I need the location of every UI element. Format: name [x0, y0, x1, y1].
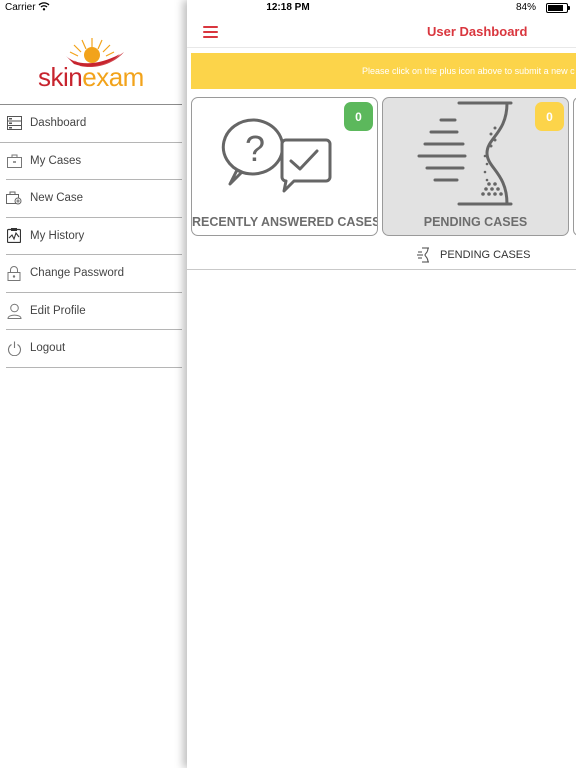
menu-item-label: My History: [30, 229, 85, 242]
answered-count-badge: 0: [344, 102, 373, 131]
lock-icon: [6, 265, 22, 281]
menu-item-logout[interactable]: Logout: [6, 330, 182, 368]
menu-item-my-cases[interactable]: My Cases: [6, 143, 182, 180]
battery-percentage: 84%: [515, 2, 536, 13]
app-logo: skinexam: [38, 62, 144, 93]
hourglass-icon: [417, 247, 429, 263]
svg-text:?: ?: [245, 128, 265, 169]
menu-item-my-history[interactable]: My History: [6, 218, 182, 255]
side-menu-list: Dashboard My Cases New Case My History C…: [0, 104, 182, 368]
section-title: PENDING CASES: [440, 249, 531, 261]
menu-item-label: Edit Profile: [30, 304, 86, 317]
banner-text: Please click on the plus icon above to s…: [362, 66, 575, 76]
menu-item-new-case[interactable]: New Case: [6, 180, 182, 218]
power-icon: [6, 340, 22, 356]
card-title: RECENTLY ANSWERED CASES: [192, 215, 378, 229]
menu-item-label: Change Password: [30, 267, 124, 280]
recently-answered-cases-card[interactable]: ? 0 RECENTLY ANSWERED CASES: [191, 97, 378, 236]
dashboard-panel: User Dashboard Please click on the plus …: [187, 0, 576, 768]
menu-item-edit-profile[interactable]: Edit Profile: [6, 293, 182, 330]
user-icon: [6, 303, 22, 319]
info-banner: Please click on the plus icon above to s…: [191, 53, 576, 89]
menu-item-change-password[interactable]: Change Password: [6, 255, 182, 293]
menu-item-dashboard[interactable]: Dashboard: [0, 105, 182, 143]
menu-item-label: New Case: [30, 192, 84, 205]
card-title: PENDING CASES: [423, 215, 528, 229]
logo-text-skin: skin: [38, 62, 83, 92]
dashboard-icon: [6, 115, 22, 131]
pending-count-badge: 0: [535, 102, 564, 131]
new-case-icon: [6, 190, 22, 206]
menu-item-label: Dashboard: [30, 117, 87, 130]
logo-text-exam: exam: [82, 62, 144, 92]
page-title: User Dashboard: [427, 24, 528, 39]
pending-cases-card[interactable]: 0 PENDING CASES: [382, 97, 569, 236]
menu-item-label: My Cases: [30, 154, 82, 167]
menu-item-label: Logout: [30, 342, 66, 355]
briefcase-icon: [6, 153, 22, 169]
status-bar: Carrier 12:18 PM 84%: [0, 0, 576, 16]
nav-bar: User Dashboard: [187, 16, 576, 48]
side-menu: skinexam Dashboard My Cases New Case My …: [0, 0, 187, 768]
clock: 12:18 PM: [266, 2, 310, 13]
battery-icon: [546, 3, 570, 13]
pending-cases-section-header: PENDING CASES: [187, 241, 576, 270]
hamburger-icon[interactable]: [203, 26, 218, 38]
history-icon: [6, 228, 22, 244]
